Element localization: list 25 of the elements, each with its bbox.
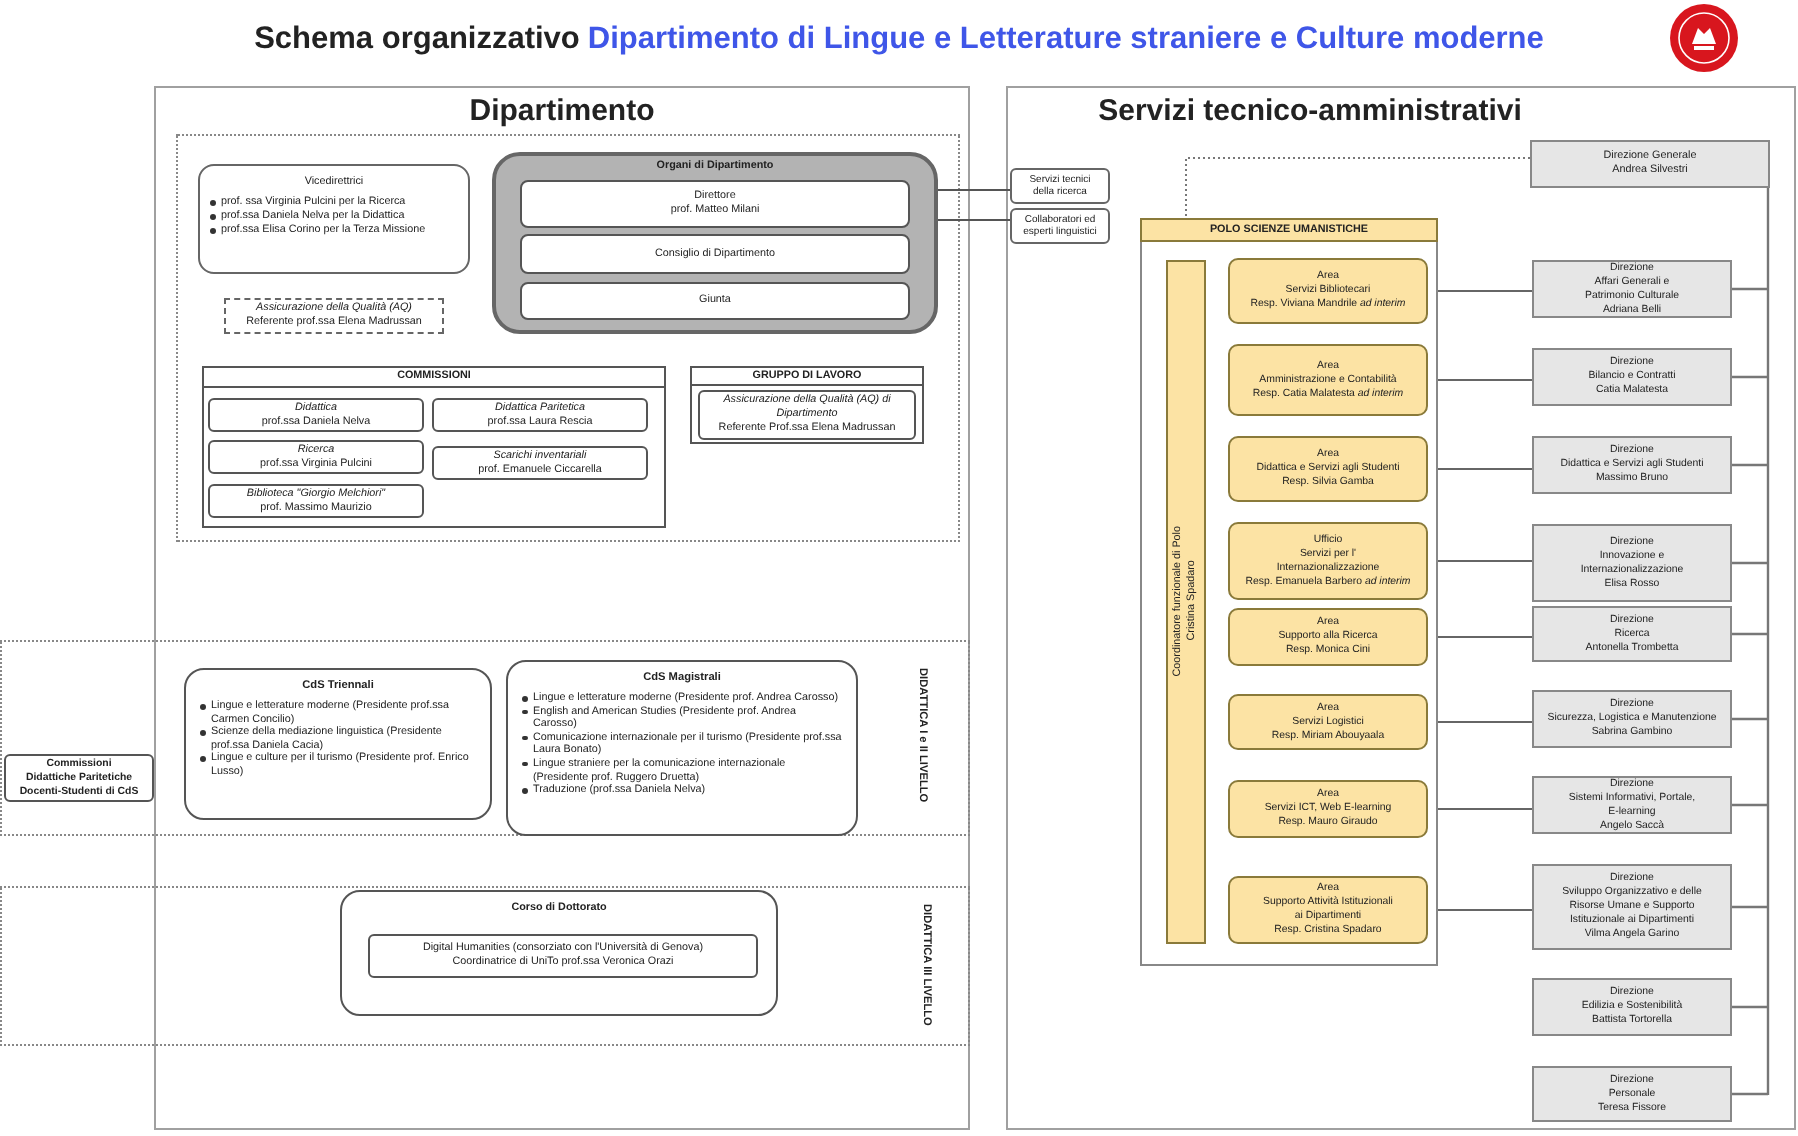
- connector-line: [1732, 287, 1768, 291]
- bullet-icon: [522, 735, 527, 741]
- bullet-icon: [210, 228, 215, 233]
- bullet-icon: [200, 756, 205, 762]
- department-name: Dipartimento di Lingue e Letterature straniere e Culture moderne: [587, 20, 1544, 60]
- connector-line: [1732, 803, 1768, 807]
- bullet-icon: [522, 761, 527, 767]
- chart-title: Schema organizzativo: [254, 20, 580, 60]
- bullet-icon: [522, 788, 527, 794]
- connector-line: [1732, 905, 1768, 909]
- bullet-icon: [210, 200, 215, 205]
- bullet-icon: [522, 696, 527, 701]
- connector-line: [1732, 1092, 1768, 1096]
- connector-line: [1732, 463, 1768, 467]
- connector-line: [1732, 561, 1768, 565]
- bullet-icon: [200, 704, 205, 709]
- services-title: Servizi tecnico-amministrativi: [1096, 92, 1524, 132]
- department-title: Dipartimento: [467, 92, 657, 132]
- connector-line: [1732, 632, 1768, 636]
- connector-line: [1732, 717, 1768, 721]
- connector-line: [1732, 375, 1768, 379]
- bullet-icon: [200, 730, 205, 736]
- bullet-icon: [210, 214, 215, 219]
- bullet-icon: [522, 709, 527, 715]
- connector-line: [1732, 1005, 1768, 1009]
